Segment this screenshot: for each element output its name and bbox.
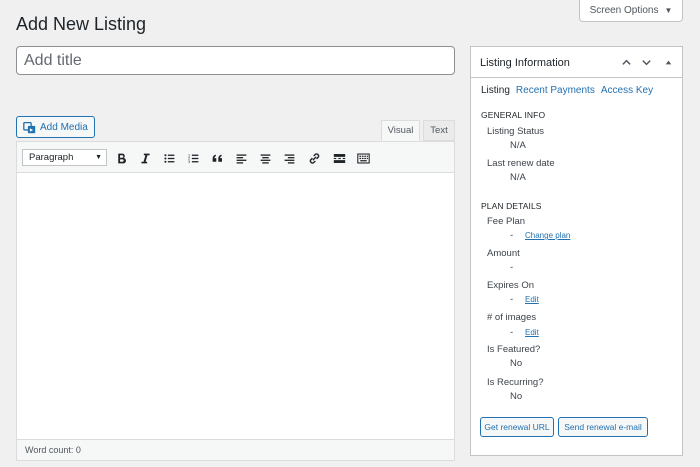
general-info-heading: GENERAL INFO: [481, 110, 546, 120]
editor-toolbar: Paragraph ▼ 123: [17, 142, 454, 173]
blockquote-button[interactable]: [209, 150, 225, 166]
bulleted-list-icon: [163, 153, 174, 163]
toolbar-toggle-button[interactable]: [355, 150, 371, 166]
page-title: Add New Listing: [16, 14, 147, 34]
move-up-button[interactable]: [619, 55, 633, 69]
add-media-label: Add Media: [40, 121, 88, 133]
is-featured-value: No: [510, 358, 523, 369]
title-input[interactable]: [16, 46, 455, 75]
screen-options-label: Screen Options: [589, 5, 659, 16]
amount-label: Amount: [487, 248, 520, 259]
editor-status-bar: Word count: 0: [17, 439, 454, 460]
screen-options-button[interactable]: Screen Options ▼: [579, 0, 683, 22]
word-count: Word count: 0: [25, 445, 81, 455]
italic-icon: [140, 153, 150, 163]
listing-status-label: Listing Status: [487, 126, 545, 137]
expires-on-label: Expires On: [487, 280, 534, 291]
bold-icon: [117, 153, 126, 163]
link-icon: [309, 152, 319, 164]
align-center-button[interactable]: [257, 150, 273, 166]
fee-plan-value: -: [510, 230, 514, 241]
listing-information-panel: Listing Information Listing Recent Payme…: [470, 46, 683, 456]
insert-link-button[interactable]: [306, 150, 322, 166]
send-renewal-email-button[interactable]: Send renewal e-mail: [558, 417, 648, 437]
panel-tabs: Listing Recent Payments Access Key: [481, 85, 653, 96]
is-recurring-label: Is Recurring?: [487, 377, 544, 388]
align-left-button[interactable]: [233, 150, 249, 166]
italic-button[interactable]: [137, 150, 153, 166]
align-right-icon: [284, 153, 294, 164]
bold-button[interactable]: [113, 150, 129, 166]
toggle-panel-button[interactable]: [661, 55, 675, 69]
tab-visual[interactable]: Visual: [381, 120, 420, 141]
chevron-up-icon: [621, 59, 631, 65]
images-label: # of images: [487, 312, 537, 323]
panel-header: Listing Information: [471, 47, 682, 78]
read-more-icon: [333, 153, 345, 163]
is-featured-label: Is Featured?: [487, 344, 541, 355]
fee-plan-label: Fee Plan: [487, 216, 526, 227]
media-icon: [23, 121, 36, 133]
is-recurring-value: No: [510, 391, 523, 402]
align-left-icon: [236, 153, 246, 164]
tab-recent-payments[interactable]: Recent Payments: [516, 85, 595, 96]
format-select[interactable]: Paragraph ▼: [22, 149, 107, 166]
svg-text:3: 3: [187, 159, 190, 163]
plan-details-heading: PLAN DETAILS: [481, 201, 542, 211]
bulleted-list-button[interactable]: [161, 150, 177, 166]
panel-title: Listing Information: [480, 57, 570, 69]
edit-images-link[interactable]: Edit: [525, 328, 539, 337]
align-center-icon: [260, 153, 270, 164]
format-select-value: Paragraph: [29, 152, 74, 163]
expires-on-value: -: [510, 294, 514, 305]
editor-content-area[interactable]: [17, 173, 454, 439]
read-more-button[interactable]: [331, 150, 347, 166]
last-renew-value: N/A: [510, 172, 526, 183]
get-renewal-url-button[interactable]: Get renewal URL: [480, 417, 554, 437]
blockquote-icon: [212, 154, 222, 162]
amount-value: -: [510, 262, 514, 273]
keyboard-icon: [356, 153, 370, 163]
numbered-list-button[interactable]: 123: [185, 150, 201, 166]
caret-down-icon: ▼: [664, 6, 673, 15]
tab-access-key[interactable]: Access Key: [601, 85, 653, 96]
listing-status-value: N/A: [510, 140, 526, 151]
caret-down-icon: ▼: [95, 154, 102, 161]
numbered-list-icon: 123: [187, 153, 198, 163]
change-plan-link[interactable]: Change plan: [525, 231, 570, 240]
content-editor: Paragraph ▼ 123 Word count: 0: [16, 141, 455, 461]
chevron-down-icon: [641, 59, 651, 65]
last-renew-label: Last renew date: [487, 158, 555, 169]
edit-expires-link[interactable]: Edit: [525, 295, 539, 304]
tab-listing[interactable]: Listing: [481, 85, 510, 96]
images-value: -: [510, 327, 514, 338]
triangle-up-icon: [665, 60, 671, 64]
align-right-button[interactable]: [281, 150, 297, 166]
move-down-button[interactable]: [639, 55, 653, 69]
add-media-button[interactable]: Add Media: [16, 116, 95, 138]
tab-text[interactable]: Text: [423, 120, 455, 141]
